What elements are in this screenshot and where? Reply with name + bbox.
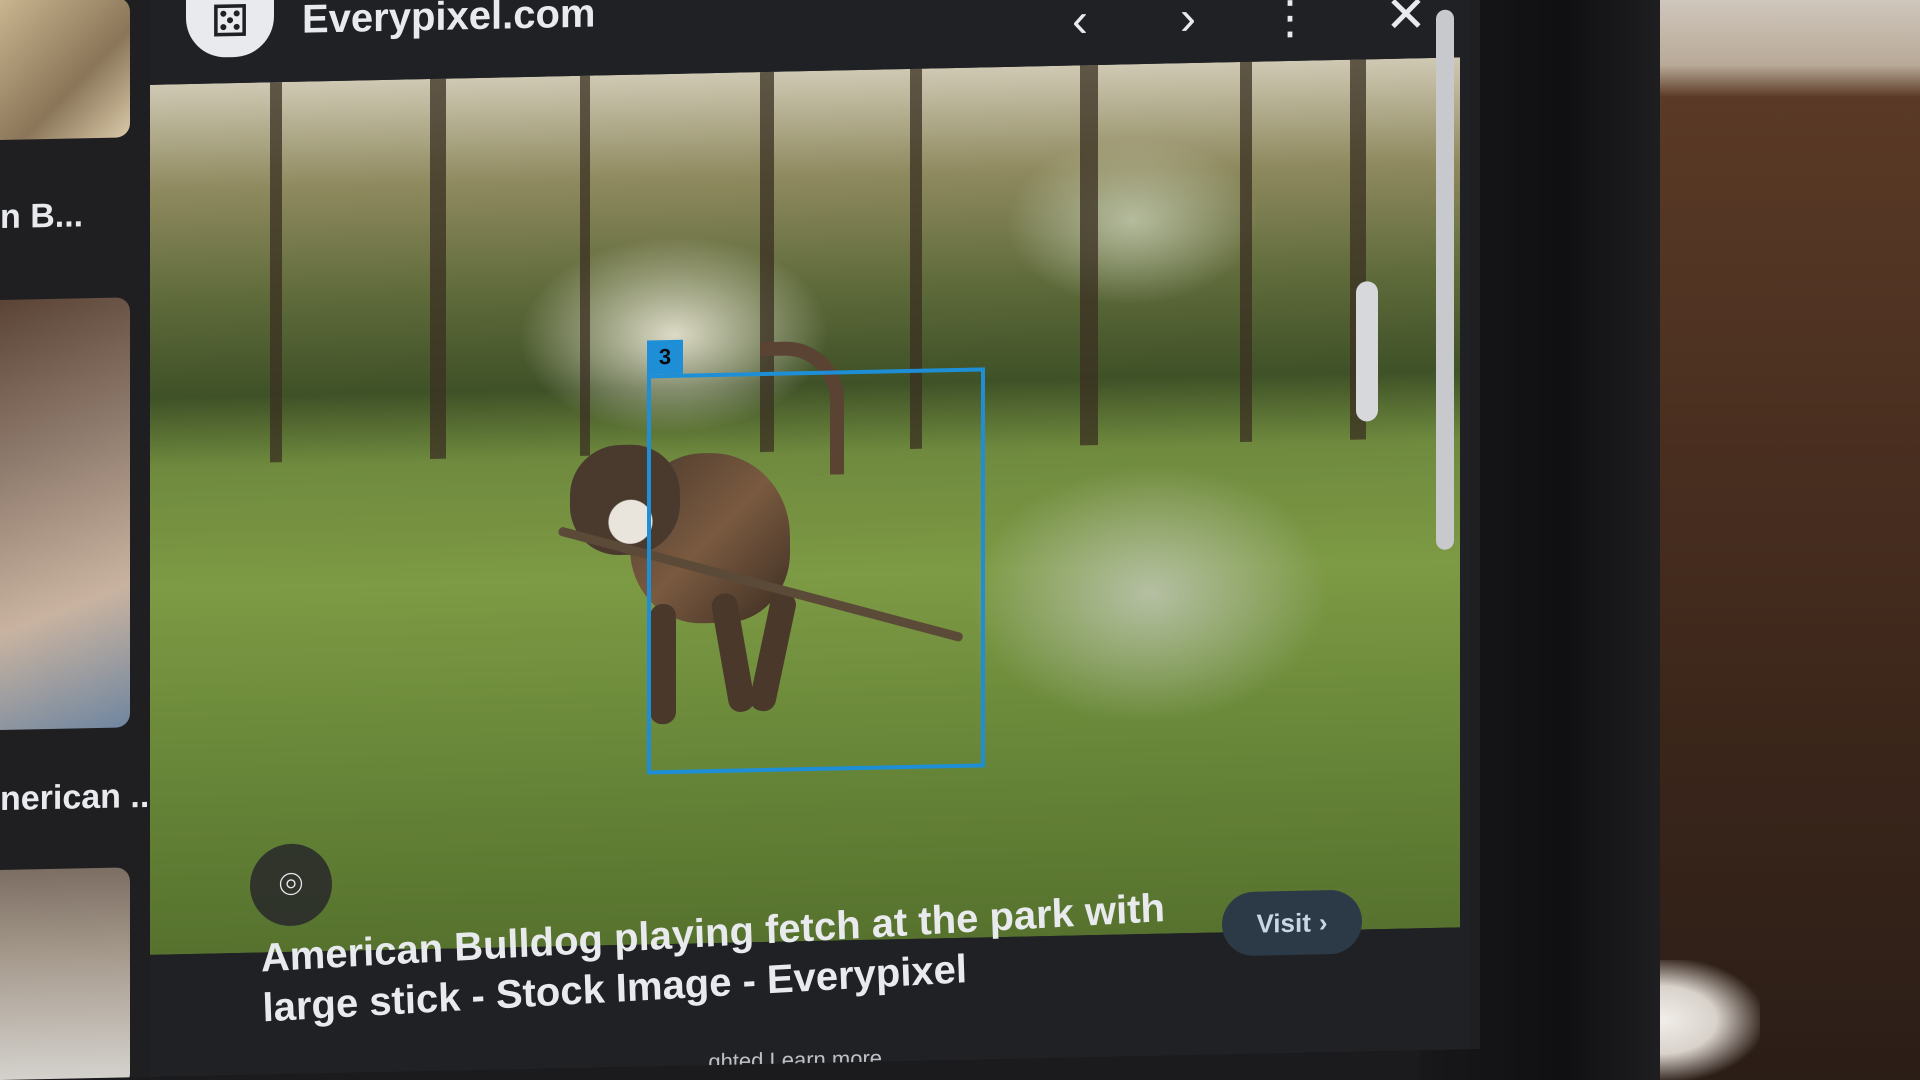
result-title[interactable]: nerican ...	[0, 777, 159, 819]
dice-logo-icon[interactable]: ⚄	[186, 0, 274, 59]
scrollbar-thumb[interactable]	[1356, 281, 1378, 422]
detection-tag: 3	[647, 339, 683, 375]
result-title[interactable]: n B...	[0, 196, 83, 237]
screen: n B... nerican ... ⚄ Everypixel.com ‹ › …	[0, 0, 1480, 1080]
visit-button[interactable]: Visit ›	[1222, 889, 1362, 957]
result-thumbnail[interactable]	[0, 867, 130, 1080]
visit-label: Visit	[1256, 907, 1311, 939]
result-thumbnail[interactable]	[0, 0, 130, 141]
object-detection-box[interactable]	[647, 367, 985, 775]
chevron-left-icon[interactable]: ‹	[1050, 0, 1110, 52]
chevron-right-icon[interactable]: ›	[1158, 0, 1218, 50]
close-icon[interactable]: ✕	[1376, 0, 1436, 45]
more-vert-icon[interactable]: ⋮	[1260, 0, 1320, 48]
chevron-right-icon: ›	[1318, 906, 1328, 937]
site-name[interactable]: Everypixel.com	[302, 0, 596, 43]
image-viewer-panel: ⚄ Everypixel.com ‹ › ⋮ ✕ 3 ⌾ American Bu…	[150, 0, 1470, 1080]
license-text[interactable]: ...ghted Learn more	[690, 1046, 882, 1076]
scrollbar-track[interactable]	[1436, 9, 1454, 550]
result-thumbnail[interactable]	[0, 297, 130, 730]
